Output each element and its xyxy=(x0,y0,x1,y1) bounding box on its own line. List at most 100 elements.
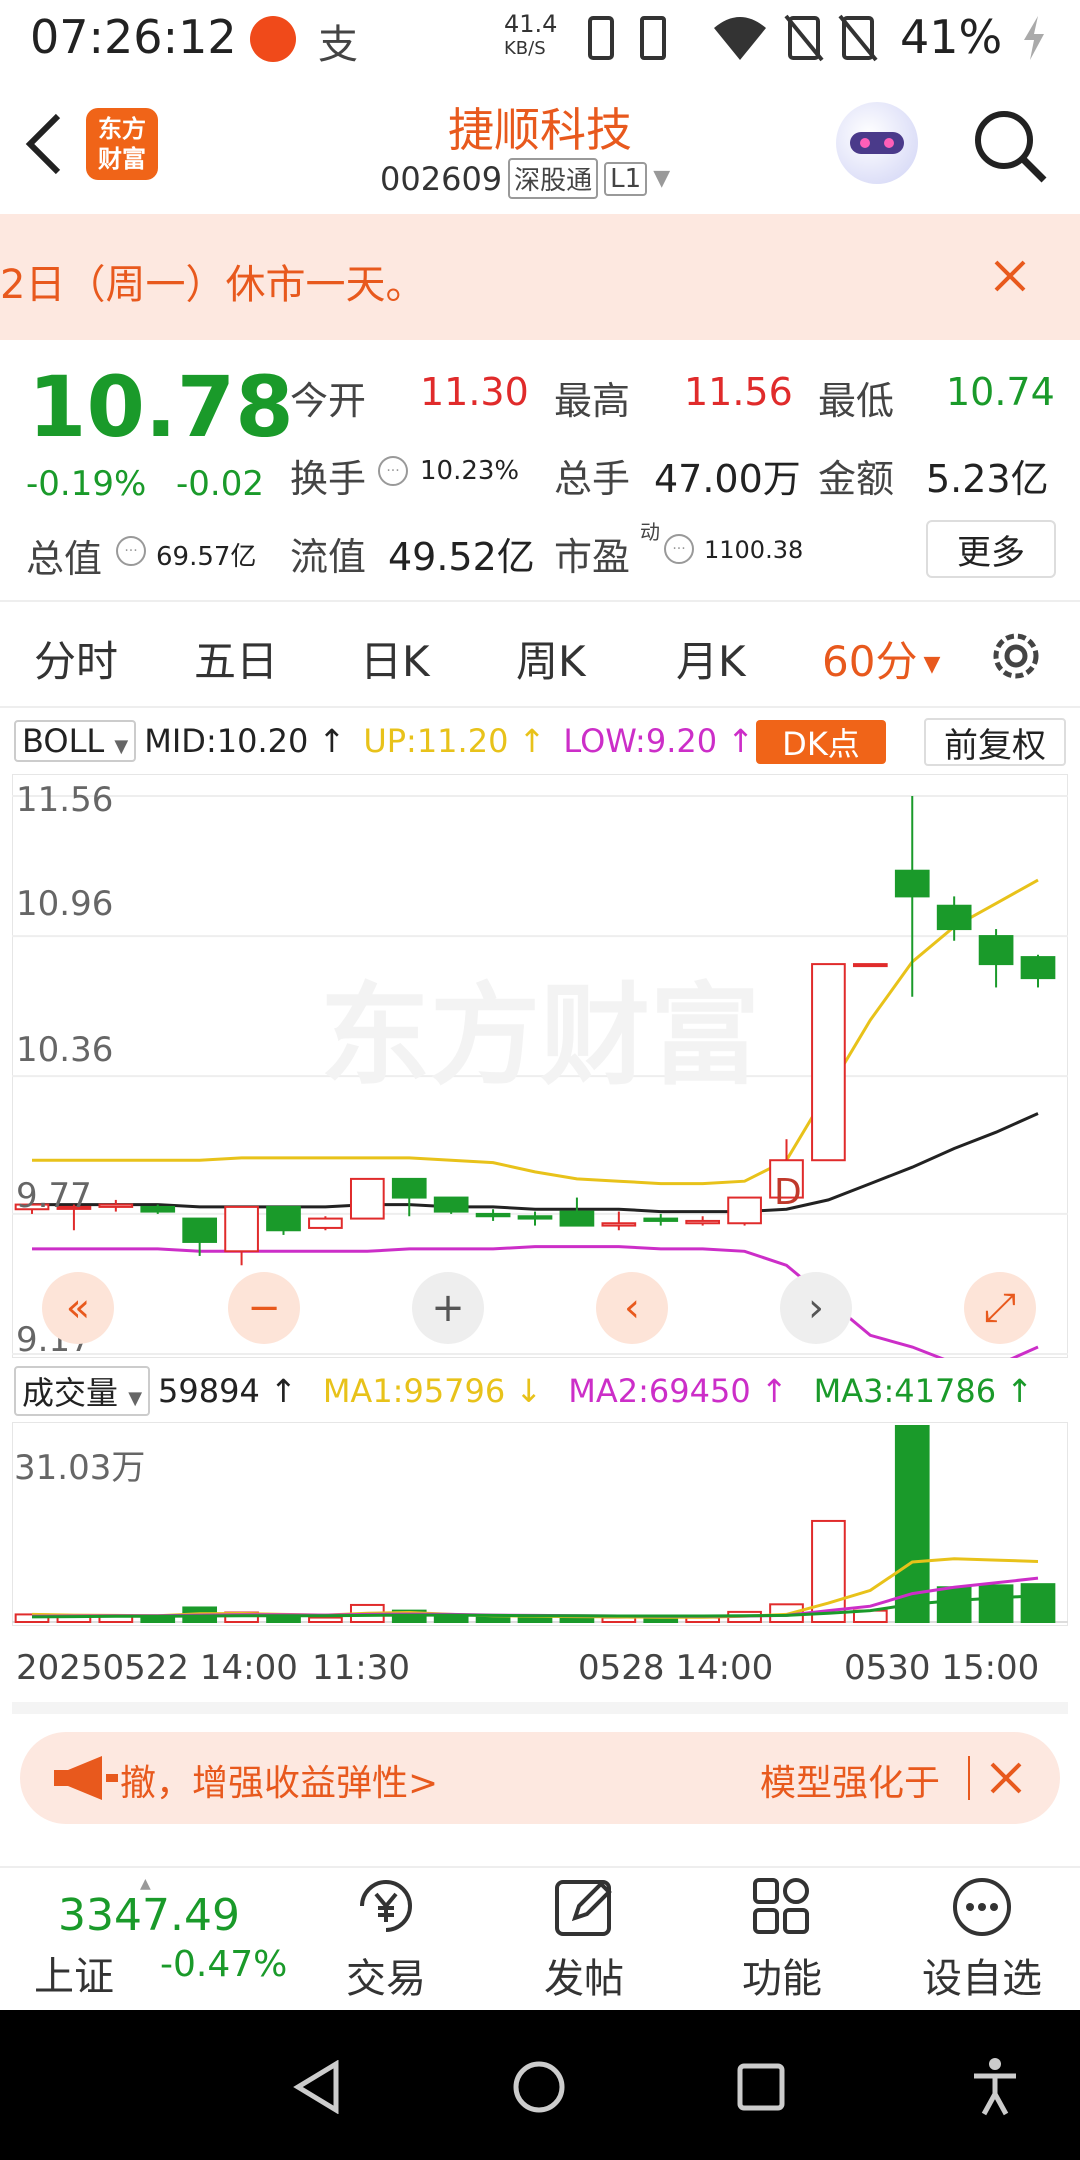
indicator-select[interactable]: BOLL ▼ xyxy=(14,720,137,762)
candle-down xyxy=(643,1217,679,1222)
pe-value: 1100.38 xyxy=(704,536,804,564)
net-speed-value: 41.4 xyxy=(504,10,558,38)
tab-five-day[interactable]: 五日 xyxy=(194,628,278,689)
boll-up-text: UP:11.20 xyxy=(363,722,509,760)
dropdown-icon: ▼ xyxy=(923,652,941,677)
pe-superscript: 动 xyxy=(640,520,660,544)
nav-post-label: 发帖 xyxy=(544,1956,624,2002)
nav-post[interactable]: 发帖 xyxy=(514,1876,654,2004)
float-value: 49.52亿 xyxy=(388,535,535,579)
tab-weekly-k[interactable]: 周K xyxy=(516,628,586,689)
info-icon[interactable]: ··· xyxy=(116,536,146,566)
pe-label: 市盈 xyxy=(554,535,631,579)
phone-icon xyxy=(588,16,614,60)
adjust-button[interactable]: 前复权 xyxy=(924,718,1066,766)
recents-square-icon[interactable] xyxy=(736,2062,786,2112)
volume-y-label: 31.03万 xyxy=(14,1448,146,1488)
volume-value: 59894 ↑ xyxy=(158,1372,297,1410)
news-ticker[interactable]: 撤，增强收益弹性> 模型强化于 xyxy=(20,1732,1060,1824)
volume-select[interactable]: 成交量 ▼ xyxy=(14,1366,151,1416)
nav-functions[interactable]: 功能 xyxy=(712,1876,852,2004)
info-icon[interactable]: ··· xyxy=(378,456,408,486)
no-sim-2-icon xyxy=(838,14,878,62)
candle-down xyxy=(894,869,930,898)
zoom-in-icon[interactable]: + xyxy=(412,1272,484,1344)
vol-ma3-text: MA3:41786 xyxy=(813,1372,997,1410)
candle-down xyxy=(978,935,1014,966)
high-value: 11.56 xyxy=(684,370,793,414)
vol-ma2: MA2:69450 ↑ xyxy=(568,1372,788,1410)
float-label: 流值 xyxy=(290,535,367,579)
search-icon[interactable] xyxy=(972,108,1048,184)
volume-chart[interactable] xyxy=(12,1422,1068,1626)
y-tick-label: 11.56 xyxy=(16,780,114,820)
gear-icon[interactable] xyxy=(988,628,1044,684)
close-icon[interactable] xyxy=(988,1760,1024,1796)
x-tick-label: 11:30 xyxy=(312,1648,410,1688)
dk-point-button[interactable]: DK点 xyxy=(756,720,886,764)
index-name: 上证 xyxy=(34,1954,114,2000)
y-tick-label: 10.96 xyxy=(16,884,114,924)
mktcap-value: 69.57亿 xyxy=(156,542,257,572)
candle-down xyxy=(1020,956,1056,980)
nav-trade-label: 交易 xyxy=(346,1956,426,2002)
open-label: 今开 xyxy=(290,379,367,423)
no-sim-icon xyxy=(784,14,824,62)
fullscreen-icon[interactable]: ⤢ xyxy=(964,1272,1036,1344)
scroll-right-icon[interactable]: › xyxy=(780,1272,852,1344)
change-value: -0.02 xyxy=(176,464,264,504)
boll-mid: MID:10.20 ↑ xyxy=(144,722,346,760)
back-triangle-icon[interactable] xyxy=(292,2060,342,2114)
more-button[interactable]: 更多 xyxy=(926,520,1056,578)
robot-assistant-icon[interactable] xyxy=(836,102,918,184)
candle-down xyxy=(517,1215,553,1220)
candlestick-chart[interactable]: 东方财富 xyxy=(12,774,1068,1358)
home-circle-icon[interactable] xyxy=(512,2060,566,2114)
boll-indicator-row: BOLL ▼ MID:10.20 ↑ UP:11.20 ↑ LOW:9.20 ↑ xyxy=(14,720,754,762)
scroll-left-icon[interactable]: ‹ xyxy=(596,1272,668,1344)
candle-up xyxy=(601,1222,637,1227)
ticker-text-left: 撤，增强收益弹性> xyxy=(120,1763,439,1804)
candle-up xyxy=(98,1203,134,1208)
accessibility-icon[interactable] xyxy=(970,2056,1020,2116)
index-quote[interactable]: ▲ 3347.49 上证 -0.47% xyxy=(30,1876,290,2000)
notice-banner[interactable]: 2日（周一）休市一天。 xyxy=(0,214,1080,340)
stock-code-row[interactable]: 002609 深股通 L1 ▼ xyxy=(380,158,670,199)
index-value: 3347.49 xyxy=(58,1890,240,1941)
dropdown-icon: ▼ xyxy=(653,166,671,191)
change-pct: -0.19% xyxy=(26,464,147,504)
stock-code: 002609 xyxy=(380,159,503,198)
candle-down xyxy=(266,1205,301,1232)
volume-bar xyxy=(308,1616,343,1624)
candle-down xyxy=(433,1196,469,1213)
zoom-out-icon[interactable]: − xyxy=(228,1272,300,1344)
wifi-icon xyxy=(714,17,766,60)
boll-low-text: LOW:9.20 xyxy=(563,722,718,760)
boll-mid-text: MID:10.20 xyxy=(144,722,309,760)
close-icon[interactable] xyxy=(992,258,1028,294)
high-label: 最高 xyxy=(554,379,631,423)
x-tick-label: 20250522 14:00 xyxy=(16,1648,298,1688)
candle-up xyxy=(811,963,846,1162)
stock-header: 东方 财富 捷顺科技 002609 深股通 L1 ▼ xyxy=(0,78,1080,214)
tab-60min[interactable]: 60分 ▼ xyxy=(822,628,940,689)
info-icon[interactable]: ··· xyxy=(664,534,694,564)
tab-daily-k[interactable]: 日K xyxy=(360,628,430,689)
volume-indicator-row: 成交量 ▼ 59894 ↑ MA1:95796 ↓ MA2:69450 ↑ MA… xyxy=(14,1366,1033,1416)
boll-low: LOW:9.20 ↑ xyxy=(563,722,755,760)
notice-text: 2日（周一）休市一天。 xyxy=(0,262,426,308)
volume-bar xyxy=(1020,1583,1056,1624)
x-tick-label: 0528 14:00 xyxy=(578,1648,774,1688)
scroll-left-fast-icon[interactable]: « xyxy=(42,1272,114,1344)
low-label: 最低 xyxy=(818,379,895,423)
divider xyxy=(968,1756,970,1800)
nav-trade[interactable]: 交易 xyxy=(316,1876,456,2004)
tab-monthly-k[interactable]: 月K xyxy=(676,628,746,689)
candle-down xyxy=(140,1205,176,1213)
candle-down xyxy=(936,904,972,931)
megaphone-icon xyxy=(54,1756,118,1800)
nav-add-watchlist[interactable]: 设自选 xyxy=(912,1876,1052,2004)
edit-icon xyxy=(555,1880,612,1936)
tab-intraday[interactable]: 分时 xyxy=(34,628,118,689)
candle-up xyxy=(852,963,888,968)
